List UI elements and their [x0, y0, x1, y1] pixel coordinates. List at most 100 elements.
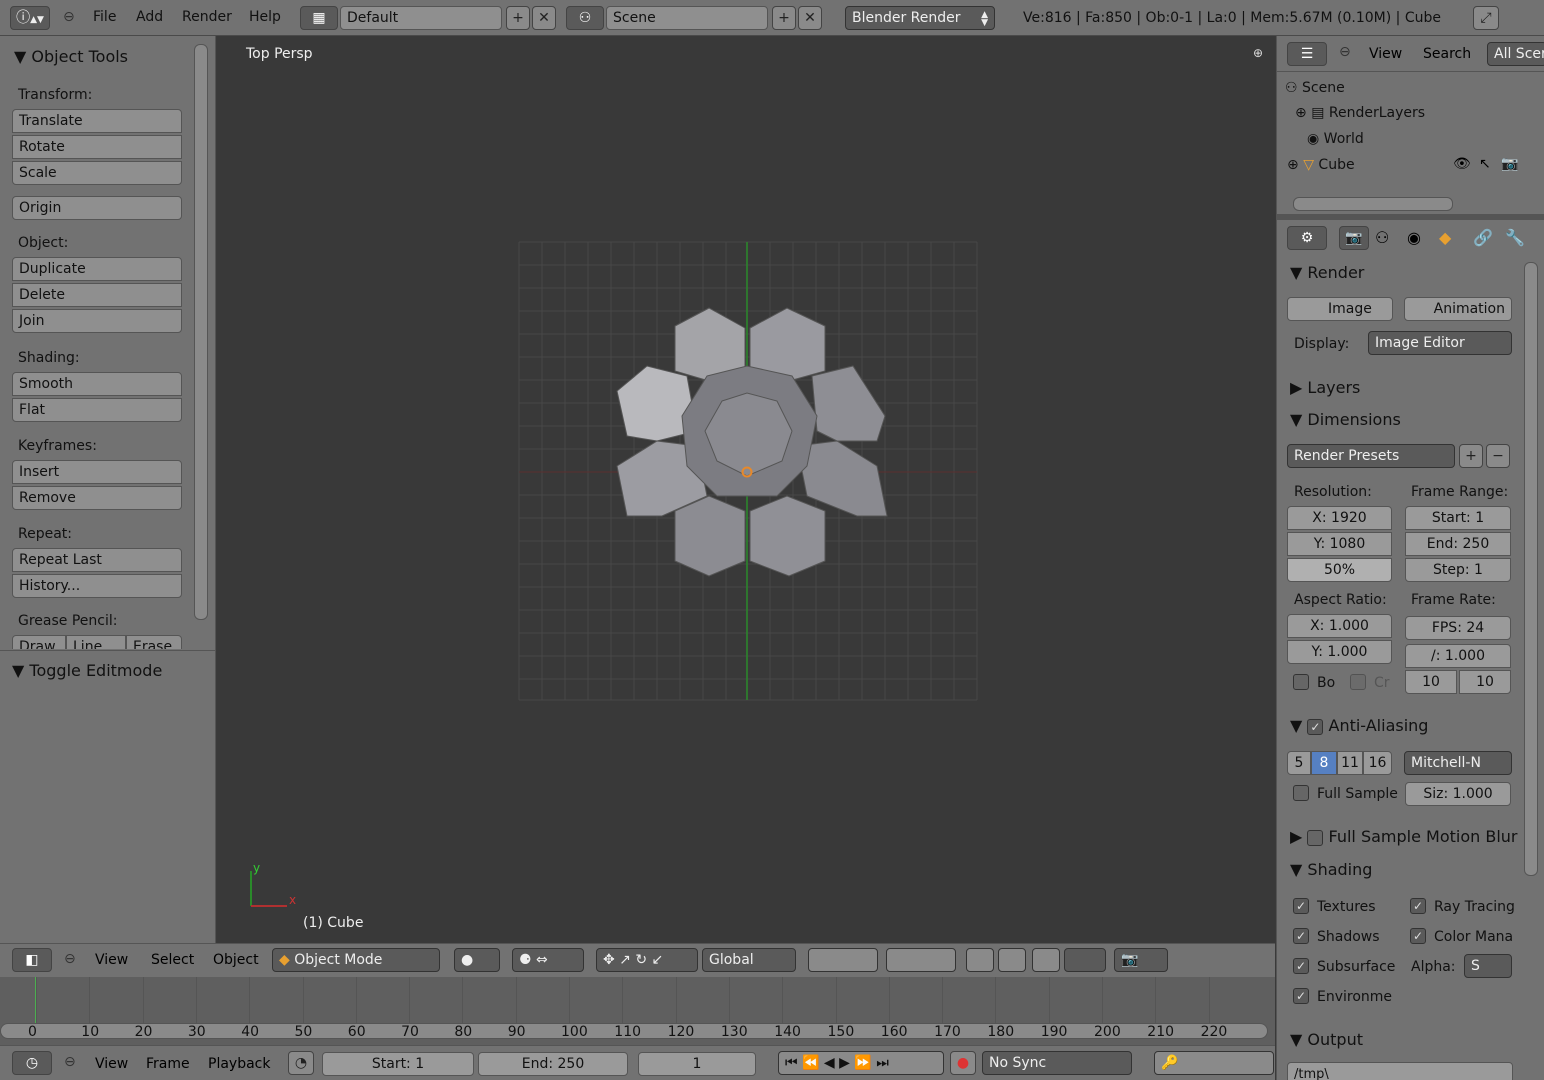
- screen-layout-icon[interactable]: ▦: [300, 6, 338, 30]
- environment-checkbox[interactable]: ✓: [1293, 988, 1309, 1004]
- collapse-icon[interactable]: ⊖: [1339, 44, 1351, 60]
- shadows-checkbox[interactable]: ✓: [1293, 928, 1309, 944]
- mode-select[interactable]: ◆ Object Mode: [272, 948, 440, 972]
- aa-samples-5[interactable]: 5: [1287, 751, 1311, 775]
- aa-samples-11[interactable]: 11: [1337, 751, 1363, 775]
- current-frame-field[interactable]: 1: [638, 1052, 756, 1076]
- motion-blur-checkbox[interactable]: [1307, 829, 1324, 846]
- outliner-renderlayers[interactable]: ⊕ ▤ RenderLayers: [1295, 105, 1425, 121]
- rotate-button[interactable]: Rotate: [12, 135, 182, 159]
- constraints-tab-icon[interactable]: 🔗: [1473, 228, 1493, 247]
- toggle-editmode-header[interactable]: ▼ Toggle Editmode: [12, 661, 162, 680]
- layers-section-header[interactable]: ▶ Layers: [1290, 378, 1360, 397]
- line-button[interactable]: Line: [66, 635, 126, 649]
- anti-aliasing-checkbox[interactable]: ✓: [1307, 718, 1324, 735]
- snap-element-select[interactable]: [1064, 948, 1106, 972]
- tool-shelf-scrollbar[interactable]: [194, 44, 208, 620]
- delete-button[interactable]: Delete: [12, 283, 182, 307]
- outliner-type-icon[interactable]: ☰: [1287, 42, 1327, 66]
- menu-render[interactable]: Render: [182, 9, 232, 25]
- fps-base-field[interactable]: /: 1.000: [1405, 644, 1511, 668]
- outliner-search-menu[interactable]: Search: [1423, 46, 1471, 62]
- translate-button[interactable]: Translate: [12, 109, 182, 133]
- menu-view[interactable]: View: [95, 952, 128, 968]
- object-tools-header[interactable]: ▼ Object Tools: [14, 47, 128, 66]
- aspect-x-field[interactable]: X: 1.000: [1287, 614, 1392, 638]
- renderable-camera-icon[interactable]: 📷: [1501, 156, 1518, 172]
- editor-type-3d-icon[interactable]: ◧: [12, 948, 52, 972]
- outliner-scene[interactable]: ⚇ Scene: [1285, 80, 1345, 96]
- proportional-icon[interactable]: [998, 948, 1026, 972]
- ray-tracing-checkbox[interactable]: ✓: [1410, 898, 1426, 914]
- selectable-cursor-icon[interactable]: ↖: [1479, 156, 1491, 172]
- remove-layout-icon[interactable]: ✕: [532, 6, 556, 30]
- resolution-percent-field[interactable]: 50%: [1287, 558, 1392, 582]
- outliner-world[interactable]: ◉ World: [1307, 131, 1364, 147]
- layers-grid-2[interactable]: [886, 948, 956, 972]
- remove-keyframe-button[interactable]: Remove: [12, 486, 182, 510]
- outliner-scrollbar[interactable]: [1293, 197, 1453, 211]
- motion-blur-section-header[interactable]: ▶ Full Sample Motion Blur: [1290, 827, 1518, 846]
- textures-checkbox[interactable]: ✓: [1293, 898, 1309, 914]
- menu-object[interactable]: Object: [213, 952, 259, 968]
- join-button[interactable]: Join: [12, 309, 182, 333]
- display-select[interactable]: Image Editor: [1368, 331, 1512, 355]
- render-engine-select[interactable]: Blender Render ▲ ▼: [845, 6, 995, 30]
- aa-size-field[interactable]: Siz: 1.000: [1405, 782, 1511, 806]
- timeline[interactable]: 0 10 20 30 40 50 60 70 80 90 100 110 120 130 140 150 160…: [0, 977, 1275, 1045]
- draw-button[interactable]: Draw: [12, 635, 66, 649]
- render-buttons[interactable]: 📷: [1114, 948, 1168, 972]
- preview-range-icon[interactable]: ◔: [288, 1051, 314, 1075]
- end-frame-field[interactable]: End: 250: [478, 1052, 628, 1076]
- render-image-button[interactable]: Image: [1287, 297, 1393, 321]
- editor-type-timeline-icon[interactable]: ◷: [12, 1051, 52, 1075]
- output-path-field[interactable]: /tmp\: [1287, 1062, 1513, 1080]
- viewport-canvas[interactable]: y x: [217, 36, 1275, 943]
- shading-section-header[interactable]: ▼ Shading: [1290, 860, 1372, 879]
- add-layout-icon[interactable]: +: [506, 6, 530, 30]
- collapse-icon[interactable]: ⊖: [63, 9, 75, 25]
- render-layers-tab-icon[interactable]: ⚇: [1375, 228, 1389, 247]
- scale-button[interactable]: Scale: [12, 161, 182, 185]
- border-checkbox[interactable]: [1293, 674, 1309, 690]
- history-button[interactable]: History...: [12, 574, 182, 598]
- start-frame-field[interactable]: Start: 1: [322, 1052, 474, 1076]
- insert-keyframe-button[interactable]: Insert: [12, 460, 182, 484]
- menu-select[interactable]: Select: [151, 952, 194, 968]
- info-editor-icon[interactable]: ⓘ▲▼: [10, 6, 50, 30]
- render-section-header[interactable]: ▼ Render: [1290, 263, 1364, 282]
- orientation-select[interactable]: Global: [702, 948, 796, 972]
- outliner-filter-select[interactable]: All Scer: [1487, 42, 1544, 66]
- add-scene-icon[interactable]: +: [772, 6, 796, 30]
- remove-preset-icon[interactable]: −: [1486, 444, 1510, 468]
- menu-help[interactable]: Help: [249, 9, 281, 25]
- aa-samples-16[interactable]: 16: [1363, 751, 1392, 775]
- color-management-checkbox[interactable]: ✓: [1410, 928, 1426, 944]
- manipulator-buttons[interactable]: ✥ ↗ ↻ ↙: [596, 948, 698, 972]
- aspect-y-field[interactable]: Y: 1.000: [1287, 640, 1392, 664]
- dimensions-section-header[interactable]: ▼ Dimensions: [1290, 410, 1401, 429]
- collapse-icon[interactable]: ⊖: [64, 1054, 76, 1070]
- remove-scene-icon[interactable]: ✕: [798, 6, 822, 30]
- menu-frame[interactable]: Frame: [146, 1056, 190, 1072]
- sync-select[interactable]: No Sync: [982, 1051, 1132, 1075]
- origin-button[interactable]: Origin: [12, 196, 182, 220]
- render-tab-icon[interactable]: 📷: [1339, 226, 1369, 250]
- layers-grid-1[interactable]: [808, 948, 878, 972]
- menu-playback[interactable]: Playback: [208, 1056, 270, 1072]
- resolution-y-field[interactable]: Y: 1080: [1287, 532, 1392, 556]
- playback-controls[interactable]: ⏮ ⏪ ◀ ▶ ⏩ ⏭: [778, 1051, 944, 1075]
- pivot-select[interactable]: ⚈ ⇔: [512, 948, 584, 972]
- erase-button[interactable]: Erase: [126, 635, 182, 649]
- smooth-button[interactable]: Smooth: [12, 372, 182, 396]
- lock-icon[interactable]: [966, 948, 994, 972]
- shading-select[interactable]: ●: [454, 948, 500, 972]
- frame-start-field[interactable]: Start: 1: [1405, 506, 1511, 530]
- 3d-viewport[interactable]: y x ⊕: [217, 36, 1275, 943]
- frame-step-field[interactable]: Step: 1: [1405, 558, 1511, 582]
- menu-view[interactable]: View: [95, 1056, 128, 1072]
- properties-scrollbar[interactable]: [1524, 262, 1538, 876]
- crop-checkbox[interactable]: [1350, 674, 1366, 690]
- world-tab-icon[interactable]: ◉: [1407, 228, 1421, 247]
- menu-add[interactable]: Add: [136, 9, 163, 25]
